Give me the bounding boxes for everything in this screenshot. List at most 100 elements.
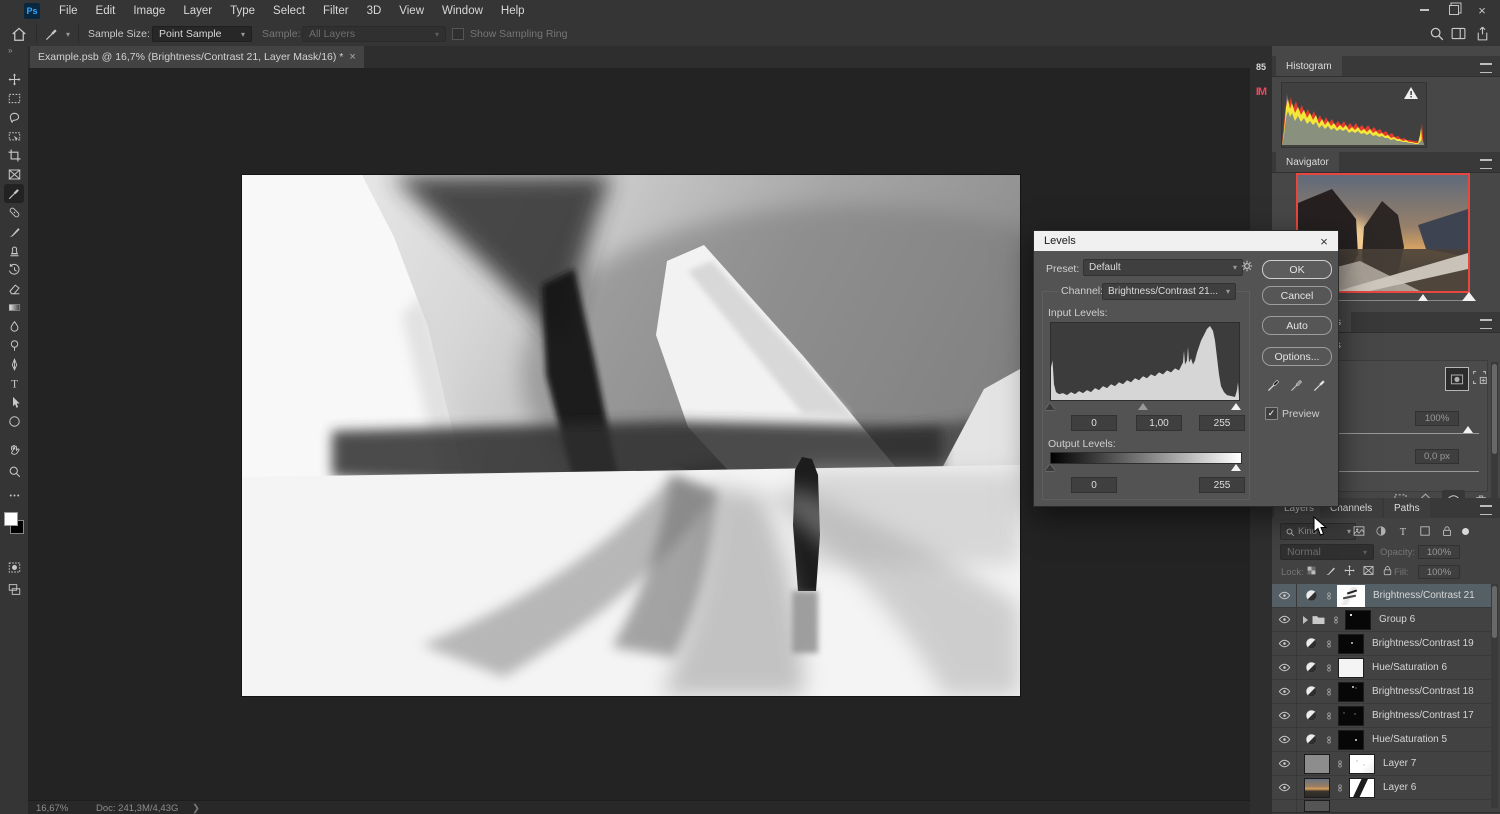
layer-mask-thumbnail[interactable] [1337, 584, 1365, 607]
layer-row-brightness-contrast-21[interactable]: Brightness/Contrast 21 [1272, 584, 1491, 608]
lasso-tool[interactable] [4, 108, 24, 127]
visibility-eye-icon[interactable] [1272, 776, 1297, 799]
layer-mask-thumbnail[interactable] [1338, 681, 1364, 702]
output-highlight-slider[interactable] [1231, 464, 1241, 471]
mask-link-icon[interactable] [1324, 732, 1334, 748]
visibility-eye-icon[interactable] [1272, 728, 1297, 751]
home-icon[interactable] [10, 25, 28, 43]
filter-adjustment-layers-icon[interactable] [1374, 524, 1388, 538]
layer-row-brightness-contrast-18[interactable]: Brightness/Contrast 18 [1272, 680, 1491, 704]
screen-mode-icon[interactable] [4, 580, 24, 599]
preset-dropdown[interactable]: Default ▾ [1083, 259, 1243, 276]
layer-thumbnail[interactable] [1304, 753, 1330, 774]
dialog-title-bar[interactable]: Levels [1034, 231, 1338, 251]
frame-tool[interactable] [4, 165, 24, 184]
marquee-tool[interactable] [4, 89, 24, 108]
visibility-eye-icon[interactable] [1272, 704, 1297, 727]
layer-row-brightness-contrast-19[interactable]: Brightness/Contrast 19 [1272, 632, 1491, 656]
healing-brush-tool[interactable] [4, 203, 24, 222]
mask-link-icon[interactable] [1331, 612, 1341, 628]
hand-tool[interactable] [4, 440, 24, 459]
lock-position-icon[interactable] [1343, 564, 1356, 577]
menu-window[interactable]: Window [433, 5, 492, 17]
input-gamma-slider[interactable] [1138, 403, 1148, 410]
layer-mask-thumbnail[interactable] [1349, 777, 1375, 798]
path-selection-tool[interactable] [4, 393, 24, 412]
crop-tool[interactable] [4, 146, 24, 165]
im-panel-icon[interactable]: IM [1250, 86, 1272, 98]
adjustment-layer-icon[interactable] [1304, 636, 1319, 651]
menu-select[interactable]: Select [264, 5, 314, 17]
density-slider-thumb[interactable] [1463, 426, 1473, 433]
filter-pixel-layers-icon[interactable] [1352, 524, 1366, 538]
layer-mask-icon[interactable] [1445, 367, 1469, 391]
menu-help[interactable]: Help [492, 5, 534, 17]
menu-image[interactable]: Image [124, 5, 174, 17]
menu-layer[interactable]: Layer [174, 5, 221, 17]
group-folder-icon[interactable] [1311, 612, 1326, 627]
output-shadow-field[interactable]: 0 [1071, 477, 1117, 493]
mask-link-icon[interactable] [1324, 708, 1334, 724]
shape-tool[interactable] [4, 412, 24, 431]
move-tool[interactable] [4, 70, 24, 89]
layer-mask-thumbnail[interactable] [1338, 633, 1364, 654]
add-mask-icon[interactable] [1471, 369, 1488, 386]
mask-link-icon[interactable] [1335, 780, 1345, 796]
foreground-background-colors[interactable] [4, 508, 24, 534]
menu-view[interactable]: View [390, 5, 433, 17]
adjustment-layer-icon[interactable] [1304, 684, 1319, 699]
mask-link-icon[interactable] [1324, 660, 1334, 676]
layer-mask-thumbnail[interactable] [1338, 705, 1364, 726]
lock-artboard-icon[interactable] [1362, 564, 1375, 577]
edit-toolbar-icon[interactable] [4, 486, 24, 505]
status-expand-icon[interactable]: ❯ [192, 803, 200, 814]
input-shadow-slider[interactable] [1045, 403, 1055, 410]
adjustment-layer-icon[interactable] [1304, 708, 1319, 723]
layer-mask-thumbnail[interactable] [1338, 657, 1364, 678]
output-highlight-field[interactable]: 255 [1199, 477, 1245, 493]
layer-row-layer-7[interactable]: Layer 7 [1272, 752, 1491, 776]
menu-edit[interactable]: Edit [87, 5, 125, 17]
blur-tool[interactable] [4, 317, 24, 336]
tab-histogram[interactable]: Histogram [1276, 56, 1342, 76]
input-gamma-field[interactable]: 1,00 [1136, 415, 1182, 431]
collapse-toolbar-icon[interactable]: » [8, 46, 12, 55]
menu-type[interactable]: Type [221, 5, 264, 17]
cancel-button[interactable]: Cancel [1262, 286, 1332, 305]
dialog-close-icon[interactable]: × [1316, 233, 1332, 249]
layer-row-group-6[interactable]: Group 6 [1272, 608, 1491, 632]
visibility-eye-icon[interactable] [1272, 584, 1297, 607]
quick-mask-icon[interactable] [4, 558, 24, 577]
share-icon[interactable] [1474, 25, 1491, 42]
black-point-eyedropper-icon[interactable] [1266, 377, 1282, 393]
layer-row-hue-saturation-6[interactable]: Hue/Saturation 6 [1272, 656, 1491, 680]
pen-tool[interactable] [4, 355, 24, 374]
visibility-eye-icon[interactable] [1272, 608, 1297, 631]
eyedropper-tool-preset[interactable]: ▾ [44, 26, 70, 42]
layers-scrollbar[interactable] [1491, 584, 1498, 808]
collapsed-panel-icon[interactable]: 85 [1250, 62, 1272, 72]
clone-stamp-tool[interactable] [4, 241, 24, 260]
output-shadow-slider[interactable] [1045, 464, 1055, 471]
menu-filter[interactable]: Filter [314, 5, 358, 17]
mask-link-icon[interactable] [1335, 756, 1345, 772]
properties-scrollbar[interactable] [1491, 362, 1498, 512]
auto-button[interactable]: Auto [1262, 316, 1332, 335]
white-point-eyedropper-icon[interactable] [1312, 377, 1328, 393]
visibility-eye-icon[interactable] [1272, 752, 1297, 775]
tab-navigator[interactable]: Navigator [1276, 152, 1339, 172]
navigator-zoom-thumb[interactable] [1418, 294, 1428, 301]
type-tool[interactable] [4, 374, 24, 393]
visibility-eye-icon[interactable] [1272, 656, 1297, 679]
adjustment-layer-icon[interactable] [1304, 732, 1319, 747]
preview-checkbox[interactable]: ✓ [1265, 407, 1278, 420]
adjustment-layer-icon[interactable] [1304, 588, 1319, 603]
panel-menu-icon[interactable] [1480, 319, 1492, 329]
filter-smart-objects-icon[interactable] [1440, 524, 1454, 538]
panel-menu-icon[interactable] [1480, 63, 1492, 73]
filter-color-icon[interactable] [1462, 527, 1469, 535]
tab-paths[interactable]: Paths [1384, 498, 1430, 518]
layer-row-layer-6[interactable]: Layer 6 [1272, 776, 1491, 800]
ok-button[interactable]: OK [1262, 260, 1332, 279]
group-disclosure-icon[interactable] [1303, 615, 1308, 624]
